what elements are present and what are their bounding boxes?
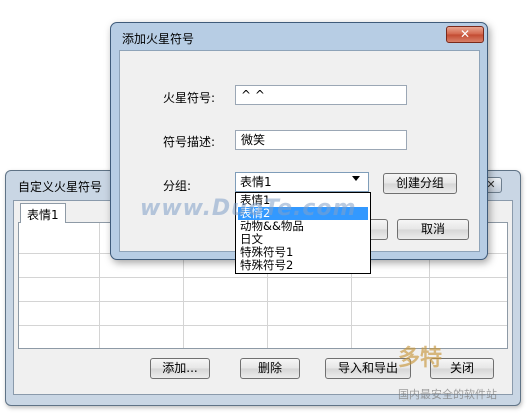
grid-line [19,325,507,326]
dialog-close-icon[interactable]: ✕ [446,26,484,43]
site-watermark: www.DuoTe.com [140,196,357,221]
add-button[interactable]: 添加... [150,358,210,379]
symbol-label: 火星符号: [163,91,216,105]
group-label: 分组: [163,179,192,193]
description-input[interactable]: 微笑 [235,130,407,150]
group-option[interactable]: 特殊符号2 [238,259,368,272]
chevron-down-icon[interactable] [352,176,360,181]
grid-line [19,301,507,302]
symbol-input[interactable]: ^ ^ [235,85,407,105]
group-select[interactable]: 表情1 [235,172,369,192]
delete-button[interactable]: 删除 [240,358,300,379]
site-slogan: 国内最安全的软件站 [398,388,497,401]
site-logo: 多特 [398,346,443,371]
grid-line [99,223,100,348]
custom-symbol-window-title: 自定义火星符号 [18,180,103,194]
add-symbol-dialog-title: 添加火星符号 [122,32,195,46]
create-group-button[interactable]: 创建分组 [383,173,457,194]
cancel-button[interactable]: 取消 [397,219,469,240]
description-label: 符号描述: [163,135,216,149]
ok-button[interactable] [368,219,388,240]
tab-emoticons-1[interactable]: 表情1 [20,203,66,223]
grid-line [19,277,507,278]
